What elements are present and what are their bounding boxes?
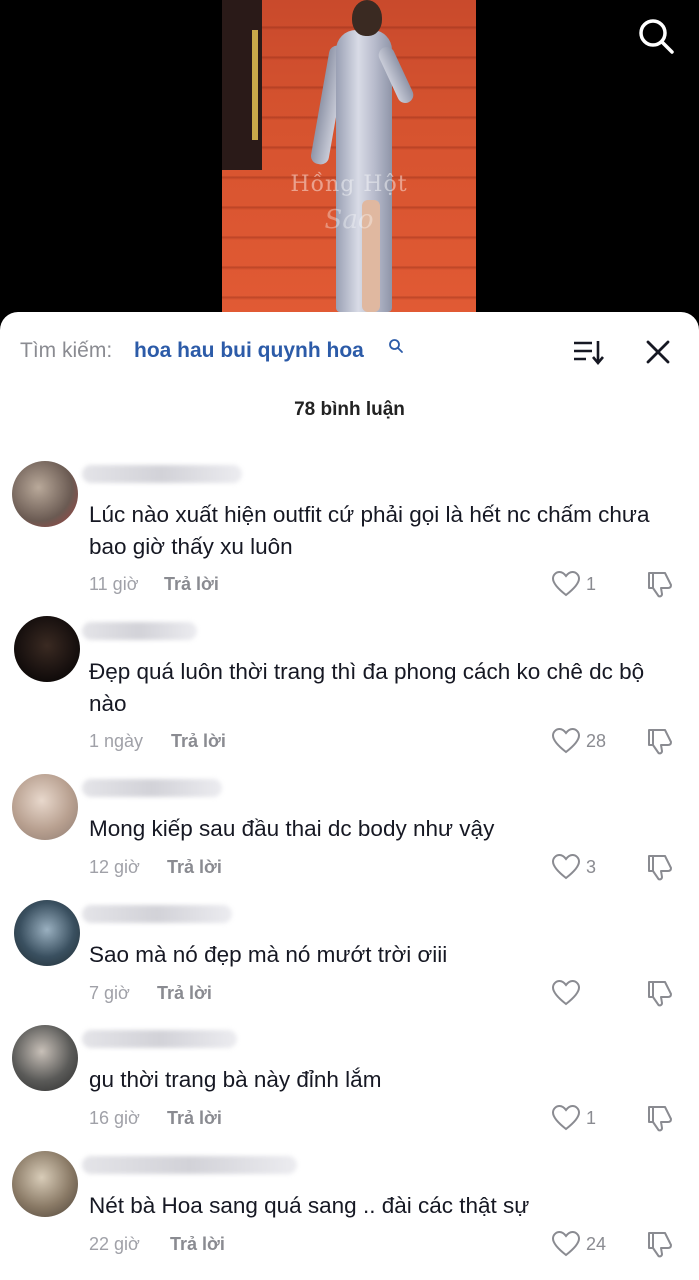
search-prefix: Tìm kiếm: — [20, 339, 113, 362]
username-blurred[interactable] — [82, 905, 232, 923]
username-blurred[interactable] — [82, 1030, 237, 1048]
thumbs-down-icon[interactable] — [645, 1103, 675, 1133]
comment-item: Nét bà Hoa sang quá sang .. đài các thật… — [0, 1148, 699, 1278]
comment-text: gu thời trang bà này đỉnh lắm — [89, 1067, 382, 1092]
like-count: 1 — [586, 1108, 597, 1128]
avatar[interactable] — [14, 900, 80, 966]
heart-icon[interactable] — [551, 1230, 581, 1258]
stanchion — [252, 30, 258, 140]
like-count: 3 — [586, 857, 597, 877]
sort-icon[interactable] — [572, 338, 604, 366]
comment-text: Nét bà Hoa sang quá sang .. đài các thật… — [89, 1193, 530, 1218]
username-blurred[interactable] — [82, 465, 242, 483]
comment-time: 7 giờ — [89, 983, 130, 1003]
avatar[interactable] — [12, 1025, 78, 1091]
comment-time: 12 giờ — [89, 857, 140, 877]
reply-button[interactable]: Trả lời — [167, 857, 222, 878]
like-count: 28 — [586, 731, 607, 751]
avatar[interactable] — [14, 616, 80, 682]
reply-button[interactable]: Trả lời — [157, 983, 212, 1004]
username-blurred[interactable] — [82, 779, 222, 797]
reply-button[interactable]: Trả lời — [171, 731, 226, 752]
model-figure — [309, 0, 416, 312]
thumbs-down-icon[interactable] — [645, 852, 675, 882]
reply-button[interactable]: Trả lời — [170, 1234, 225, 1255]
like-count: 24 — [586, 1234, 607, 1254]
reply-button[interactable]: Trả lời — [167, 1108, 222, 1129]
close-icon[interactable] — [644, 338, 672, 366]
heart-icon[interactable] — [551, 853, 581, 881]
comment-item: Mong kiếp sau đầu thai dc body như vậy 1… — [0, 771, 699, 889]
comments-count: 78 bình luận — [294, 399, 405, 420]
search-bar[interactable]: Tìm kiếm: hoa hau bui quynh hoa — [0, 312, 699, 388]
username-blurred[interactable] — [82, 622, 197, 640]
comment-time: 22 giờ — [89, 1234, 140, 1254]
search-icon[interactable] — [636, 16, 676, 56]
comment-time: 16 giờ — [89, 1108, 140, 1128]
username-blurred[interactable] — [82, 1156, 297, 1174]
avatar[interactable] — [12, 774, 78, 840]
reply-button[interactable]: Trả lời — [164, 574, 219, 595]
comment-text: Sao mà nó đẹp mà nó mướt trời ơiii — [89, 942, 448, 967]
heart-icon[interactable] — [551, 570, 581, 598]
heart-icon[interactable] — [551, 727, 581, 755]
comments-panel: Tìm kiếm: hoa hau bui quynh hoa 78 bình … — [0, 312, 699, 1280]
heart-icon[interactable] — [551, 1104, 581, 1132]
comment-item: Đẹp quá luôn thời trang thì đa phong các… — [0, 614, 699, 764]
video-frame[interactable]: Hồng Hột Sao — [222, 0, 476, 312]
heart-icon[interactable] — [551, 979, 581, 1007]
avatar[interactable] — [12, 1151, 78, 1217]
comment-time: 1 ngày — [89, 731, 144, 751]
comment-text: Lúc nào xuất hiện outfit cứ phải gọi là … — [89, 502, 650, 559]
comment-time: 11 giờ — [89, 574, 139, 594]
figure-head — [352, 0, 382, 36]
comment-item: Lúc nào xuất hiện outfit cứ phải gọi là … — [0, 457, 699, 607]
thumbs-down-icon[interactable] — [645, 1229, 675, 1259]
search-icon[interactable] — [388, 338, 404, 354]
comment-item: gu thời trang bà này đỉnh lắm 16 giờ Trả… — [0, 1022, 699, 1140]
like-count: 1 — [586, 574, 597, 594]
comment-text: Đẹp quá luôn thời trang thì đa phong các… — [89, 659, 645, 716]
search-query-link[interactable]: hoa hau bui quynh hoa — [134, 339, 364, 363]
thumbs-down-icon[interactable] — [645, 726, 675, 756]
video-area[interactable]: Hồng Hột Sao — [0, 0, 699, 340]
comment-item: Sao mà nó đẹp mà nó mướt trời ơiii 7 giờ… — [0, 897, 699, 1015]
thumbs-down-icon[interactable] — [645, 978, 675, 1008]
avatar[interactable] — [12, 461, 78, 527]
comment-text: Mong kiếp sau đầu thai dc body như vậy — [89, 816, 495, 841]
watermark-script: Sao — [324, 205, 374, 235]
thumbs-down-icon[interactable] — [645, 569, 675, 599]
watermark-text: Hồng Hột — [290, 172, 408, 197]
